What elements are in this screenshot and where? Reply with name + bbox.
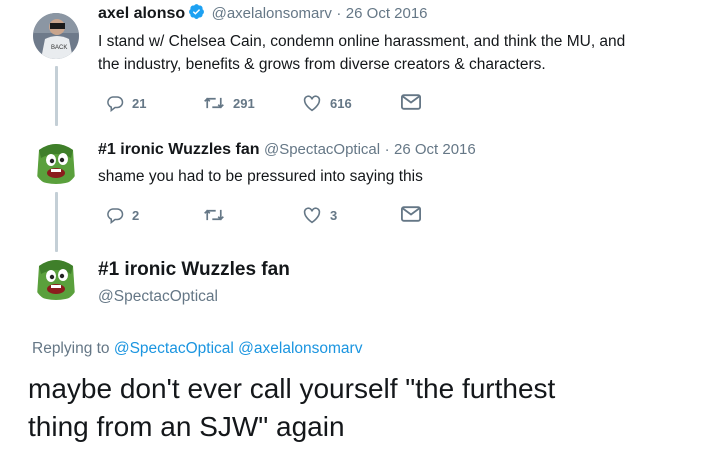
avatar-photo-icon: BACK: [33, 13, 79, 59]
tweet1-header: axel alonso @axelalonsomarv · 26 Oct 201…: [98, 3, 428, 25]
svg-text:BACK: BACK: [51, 45, 67, 51]
tweet2-date[interactable]: 26 Oct 2016: [394, 141, 476, 158]
tweet1-like-count: 616: [330, 95, 352, 111]
tweet2-handle[interactable]: @SpectacOptical: [264, 141, 380, 158]
tweet2-like-count: 3: [330, 207, 338, 223]
avatar-axel-alonso[interactable]: BACK: [33, 13, 79, 59]
retweet-icon: [204, 97, 224, 109]
avatar-wuzzles-fan-main[interactable]: [33, 256, 79, 302]
tweet2-header: #1 ironic Wuzzles fan @SpectacOptical · …: [98, 141, 476, 159]
tweet2-text: shame you had to be pressured into sayin…: [98, 168, 423, 185]
tweet2-sep: ·: [384, 141, 390, 158]
dm-icon: [401, 206, 421, 222]
tweet1-like-button[interactable]: 616: [302, 94, 352, 112]
retweet-icon: [204, 209, 224, 221]
tweet2-retweet-button[interactable]: [203, 206, 233, 224]
tweet2-reply-count: 2: [132, 207, 140, 223]
replying-to-link-2[interactable]: @axelalonsomarv: [238, 340, 362, 357]
avatar-wuzzles-fan[interactable]: [33, 140, 79, 186]
tweet1-text: I stand w/ Chelsea Cain, condemn online …: [98, 30, 625, 76]
wuzzles-character-icon: [33, 140, 79, 186]
tweet1-text-line2: the industry, benefits & grows from dive…: [98, 56, 546, 73]
tweet1-date[interactable]: 26 Oct 2016: [346, 5, 428, 22]
tweet1-handle[interactable]: @axelalonsomarv: [212, 5, 332, 22]
reply-icon: [107, 208, 124, 224]
reply-icon: [107, 96, 124, 112]
tweet1-retweet-count: 291: [233, 95, 255, 111]
like-icon: [303, 95, 321, 112]
tweet1-retweet-button[interactable]: 291: [203, 94, 255, 112]
thread-line-1: [55, 66, 58, 126]
tweet1-text-line1: I stand w/ Chelsea Cain, condemn online …: [98, 33, 626, 50]
main-tweet-text-line2: thing from an SJW" again: [28, 411, 345, 442]
tweet2-dm-button[interactable]: [401, 206, 421, 222]
dm-icon: [401, 94, 421, 110]
main-tweet-text: maybe don't ever call yourself "the furt…: [28, 370, 555, 446]
replying-to-link-1[interactable]: @SpectacOptical: [114, 340, 234, 357]
tweet1-reply-count: 21: [132, 95, 147, 111]
verified-badge-icon: [188, 3, 205, 25]
like-icon: [303, 207, 321, 224]
tweet1-dm-button[interactable]: [401, 94, 421, 110]
tweet2-like-button[interactable]: 3: [302, 206, 337, 224]
thread-line-2: [55, 192, 58, 252]
tweet2-author-name[interactable]: #1 ironic Wuzzles fan: [98, 141, 260, 158]
replying-to: Replying to @SpectacOptical @axelalonsom…: [32, 340, 362, 358]
tweet1-sep: ·: [336, 5, 342, 22]
tweet1-reply-button[interactable]: 21: [106, 94, 146, 112]
main-author-handle[interactable]: @SpectacOptical: [98, 288, 218, 306]
main-tweet-text-line1: maybe don't ever call yourself "the furt…: [28, 373, 556, 404]
main-author-name[interactable]: #1 ironic Wuzzles fan: [98, 259, 290, 281]
tweet2-reply-button[interactable]: 2: [106, 206, 139, 224]
replying-to-prefix: Replying to: [32, 340, 110, 357]
wuzzles-character-icon: [33, 256, 79, 302]
tweet1-author-name[interactable]: axel alonso: [98, 5, 185, 22]
